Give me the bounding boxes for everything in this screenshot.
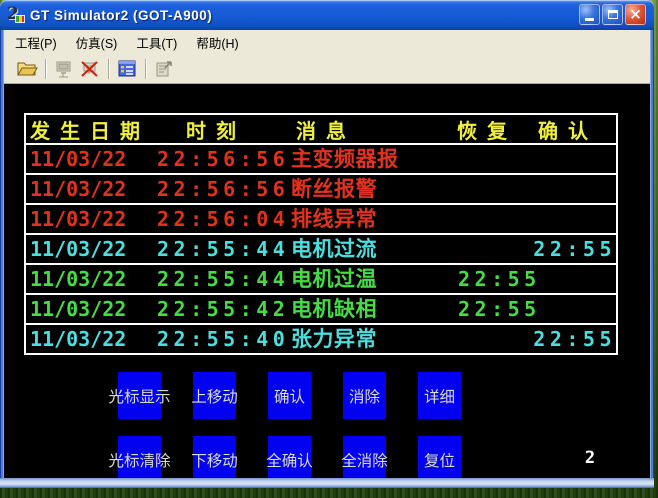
alarm-message: 张力异常 (291, 325, 377, 353)
alarm-time: 22:56:56 (157, 145, 289, 173)
reset-button[interactable]: 复位 (418, 436, 461, 478)
header-time: 时刻 (186, 115, 246, 144)
header-date: 发生日期 (30, 115, 150, 144)
ack-button[interactable]: 确认 (268, 372, 311, 419)
header-ack: 确认 (538, 115, 598, 144)
alarm-time: 22:55:44 (157, 265, 289, 293)
app-window: 2 GT Simulator2 (GOT-A900) × 工程(P) 仿真(S)… (0, 0, 654, 488)
alarm-recover-time: 22:55 (458, 295, 541, 323)
alarm-row[interactable]: 11/03/22 22:55:44 电机过流 22:55 (26, 233, 616, 263)
simulate-start-icon (53, 59, 75, 79)
menu-bar: 工程(P) 仿真(S) 工具(T) 帮助(H) (4, 30, 650, 54)
alarm-time: 22:55:44 (157, 235, 289, 263)
minimize-icon (585, 18, 594, 21)
move-down-button[interactable]: 下移动 (193, 436, 236, 478)
alarm-message: 断丝报警 (291, 175, 377, 203)
maximize-icon (608, 10, 618, 19)
title-bar[interactable]: 2 GT Simulator2 (GOT-A900) × (0, 0, 654, 30)
desktop-wallpaper: 2 GT Simulator2 (GOT-A900) × 工程(P) 仿真(S)… (0, 0, 658, 498)
alarm-message: 电机缺相 (291, 295, 377, 323)
alarm-date: 11/03/22 (30, 295, 126, 323)
toolbar (4, 54, 650, 84)
alarm-table-header: 发生日期 时刻 消息 恢复 确认 (26, 115, 616, 143)
alarm-date: 11/03/22 (30, 265, 126, 293)
cursor-show-button[interactable]: 光标显示 (118, 372, 161, 419)
close-icon: × (629, 7, 642, 22)
delete-button[interactable]: 消除 (343, 372, 386, 419)
alarm-ack-time: 22:55 (533, 235, 616, 263)
alarm-row[interactable]: 11/03/22 22:56:56 断丝报警 (26, 173, 616, 203)
cursor-clear-button[interactable]: 光标清除 (118, 436, 161, 478)
alarm-date: 11/03/22 (30, 235, 126, 263)
alarm-message: 电机过流 (291, 235, 377, 263)
menu-project[interactable]: 工程(P) (8, 30, 64, 55)
alarm-recover-time: 22:55 (458, 265, 541, 293)
minimize-button[interactable] (579, 4, 600, 25)
hmi-screen: 发生日期 时刻 消息 恢复 确认 11/03/22 22:56:56 主变频器报… (4, 84, 650, 478)
open-project-button[interactable] (14, 57, 40, 81)
simulate-start-button (51, 57, 77, 81)
header-recover: 恢复 (457, 115, 517, 144)
alarm-message: 主变频器报 (291, 145, 399, 173)
alarm-row[interactable]: 11/03/22 22:56:04 排线异常 (26, 203, 616, 233)
alarm-time: 22:56:56 (157, 175, 289, 203)
device-monitor-button[interactable] (114, 57, 140, 81)
toolbar-separator (145, 59, 146, 79)
alarm-ack-time: 22:55 (533, 325, 616, 353)
menu-tools[interactable]: 工具(T) (129, 30, 184, 55)
menu-simulate[interactable]: 仿真(S) (69, 30, 125, 55)
toolbar-separator (108, 59, 109, 79)
header-message: 消息 (296, 115, 356, 144)
page-number: 2 (575, 448, 605, 468)
move-up-button[interactable]: 上移动 (193, 372, 236, 419)
toolbar-separator (45, 59, 46, 79)
close-button[interactable]: × (625, 4, 646, 25)
maximize-button[interactable] (602, 4, 623, 25)
option-setup-icon (153, 59, 175, 79)
gt-simulator2-app-icon: 2 (7, 6, 25, 24)
alarm-table: 发生日期 时刻 消息 恢复 确认 11/03/22 22:56:56 主变频器报… (24, 113, 618, 355)
device-monitor-icon (116, 59, 138, 79)
alarm-date: 11/03/22 (30, 145, 126, 173)
alarm-time: 22:55:42 (157, 295, 289, 323)
ack-all-button[interactable]: 全确认 (268, 436, 311, 478)
alarm-message: 电机过温 (291, 265, 377, 293)
alarm-message: 排线异常 (291, 205, 377, 233)
alarm-row[interactable]: 11/03/22 22:55:40 张力异常 22:55 (26, 323, 616, 353)
window-border-right (650, 30, 654, 478)
alarm-row[interactable]: 11/03/22 22:56:56 主变频器报 (26, 143, 616, 173)
window-controls: × (579, 4, 646, 25)
menu-help[interactable]: 帮助(H) (189, 30, 245, 55)
option-setup-button (151, 57, 177, 81)
alarm-date: 11/03/22 (30, 325, 126, 353)
window-border-bottom (0, 478, 654, 488)
alarm-date: 11/03/22 (30, 205, 126, 233)
delete-all-button[interactable]: 全消除 (343, 436, 386, 478)
alarm-row[interactable]: 11/03/22 22:55:42 电机缺相 22:55 (26, 293, 616, 323)
alarm-date: 11/03/22 (30, 175, 126, 203)
simulate-stop-icon (79, 59, 101, 79)
detail-button[interactable]: 详细 (418, 372, 461, 419)
simulate-stop-button (77, 57, 103, 81)
window-title: GT Simulator2 (GOT-A900) (30, 8, 212, 23)
alarm-time: 22:56:04 (157, 205, 289, 233)
open-project-icon (16, 59, 38, 79)
window-border-left (0, 30, 4, 478)
alarm-time: 22:55:40 (157, 325, 289, 353)
alarm-row[interactable]: 11/03/22 22:55:44 电机过温 22:55 (26, 263, 616, 293)
